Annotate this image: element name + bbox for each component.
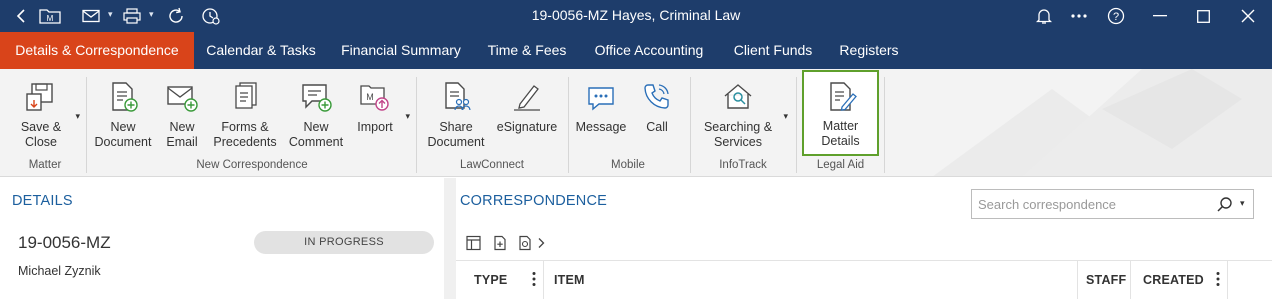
separator [86, 77, 87, 173]
matter-number: 19-0056-MZ [18, 233, 111, 252]
svg-text:M: M [366, 92, 374, 102]
esignature-label: eSignature [496, 120, 558, 134]
tab-financial-summary[interactable]: Financial Summary [328, 32, 474, 69]
correspondence-table-header: TYPE ITEM STAFF CREATED [456, 260, 1272, 299]
new-email-icon [167, 86, 198, 112]
separator [884, 77, 885, 173]
new-document-icon [112, 82, 138, 112]
new-comment-button[interactable]: New Comment [284, 75, 348, 155]
tab-client-funds[interactable]: Client Funds [718, 32, 828, 69]
column-header-staff[interactable]: STAFF [1086, 273, 1126, 287]
forms-precedents-button[interactable]: Forms & Precedents [212, 75, 278, 155]
phone-icon [644, 84, 669, 109]
group-label-matter: Matter [28, 159, 62, 171]
tab-details-correspondence[interactable]: Details & Correspondence [0, 32, 194, 69]
matter-details-label: Matter Details [821, 119, 860, 148]
svg-text:?: ? [1113, 11, 1119, 23]
import-dropdown-icon[interactable]: ▾ [405, 111, 410, 122]
new-comment-icon [302, 84, 332, 112]
type-column-menu-icon[interactable] [532, 271, 536, 287]
esignature-icon [514, 85, 540, 111]
import-label: Import [357, 120, 393, 134]
correspondence-title: CORRESPONDENCE [460, 193, 608, 209]
add-item-icon[interactable] [492, 235, 508, 251]
group-label-new-correspondence: New Correspondence [196, 159, 308, 171]
tab-office-accounting[interactable]: Office Accounting [580, 32, 718, 69]
chevron-right-icon[interactable] [536, 235, 546, 251]
created-column-menu-icon[interactable] [1216, 271, 1220, 287]
matter-details-icon [829, 82, 857, 111]
message-button[interactable]: Message [574, 75, 628, 155]
group-label-infotrack: InfoTrack [719, 159, 767, 171]
tab-time-fees[interactable]: Time & Fees [474, 32, 580, 69]
bell-icon[interactable] [1034, 6, 1054, 26]
searching-services-button[interactable]: Searching & Services ▾ [700, 75, 788, 155]
share-document-button[interactable]: Share Document [424, 75, 488, 155]
title-bar: M ▾ ▾ 19-0056-MZ Hayes, Criminal Law ? [0, 0, 1272, 32]
call-button[interactable]: Call [634, 75, 680, 155]
document-folder-icon[interactable] [518, 235, 534, 251]
column-layout-icon[interactable] [466, 235, 482, 251]
column-separator[interactable] [1227, 261, 1228, 299]
esignature-button[interactable]: eSignature [494, 75, 560, 155]
save-close-icon [26, 83, 53, 111]
matter-details-button[interactable]: Matter Details [804, 75, 877, 155]
tab-calendar-tasks[interactable]: Calendar & Tasks [194, 32, 328, 69]
tab-bar: Details & Correspondence Calendar & Task… [0, 32, 1272, 69]
import-button[interactable]: M Import ▾ [352, 75, 410, 155]
group-label-mobile: Mobile [611, 159, 645, 171]
separator [796, 77, 797, 173]
message-icon [588, 87, 614, 111]
status-badge: IN PROGRESS [254, 231, 434, 254]
details-title: DETAILS [12, 193, 73, 209]
group-label-lawconnect: LawConnect [460, 159, 524, 171]
more-icon[interactable] [1068, 6, 1090, 26]
close-icon[interactable] [1238, 6, 1258, 26]
forms-precedents-icon [235, 82, 257, 109]
column-separator[interactable] [543, 261, 544, 299]
save-close-label: Save & Close [20, 120, 62, 149]
search-box: ▾ [971, 189, 1254, 219]
tab-registers[interactable]: Registers [828, 32, 910, 69]
column-header-created[interactable]: CREATED [1143, 273, 1204, 287]
separator [690, 77, 691, 173]
ribbon-background-graphic [933, 69, 1272, 176]
column-header-item[interactable]: ITEM [554, 273, 585, 287]
save-close-dropdown-icon[interactable]: ▾ [75, 111, 80, 122]
share-document-label: Share Document [427, 120, 485, 149]
new-document-button[interactable]: New Document [92, 75, 154, 155]
column-separator[interactable] [1130, 261, 1131, 299]
client-name[interactable]: Michael Zyznik [18, 264, 101, 278]
separator [416, 77, 417, 173]
search-icon[interactable] [1216, 196, 1234, 214]
search-input[interactable] [978, 194, 1208, 214]
searching-services-icon [724, 84, 752, 109]
message-label: Message [575, 120, 627, 134]
new-document-label: New Document [94, 120, 152, 149]
save-close-button[interactable]: Save & Close ▾ [14, 75, 80, 155]
call-label: Call [646, 120, 668, 134]
share-document-icon [445, 82, 471, 111]
search-dropdown-icon[interactable]: ▾ [1240, 198, 1245, 209]
searching-services-dropdown-icon[interactable]: ▾ [783, 111, 788, 122]
import-icon: M [360, 85, 389, 111]
new-email-button[interactable]: New Email [158, 75, 206, 155]
column-separator[interactable] [1077, 261, 1078, 299]
column-header-type[interactable]: TYPE [474, 273, 507, 287]
forms-precedents-label: Forms & Precedents [213, 120, 277, 149]
new-comment-label: New Comment [288, 120, 344, 149]
separator [568, 77, 569, 173]
help-icon[interactable]: ? [1105, 6, 1127, 26]
maximize-icon[interactable] [1193, 6, 1213, 26]
panel-divider[interactable] [444, 178, 456, 299]
new-email-label: New Email [166, 120, 198, 149]
group-label-legal-aid: Legal Aid [816, 159, 865, 171]
minimize-icon[interactable] [1150, 6, 1170, 26]
ribbon: Save & Close ▾ Matter New Document New E… [0, 69, 1272, 177]
searching-services-label: Searching & Services [703, 120, 773, 149]
